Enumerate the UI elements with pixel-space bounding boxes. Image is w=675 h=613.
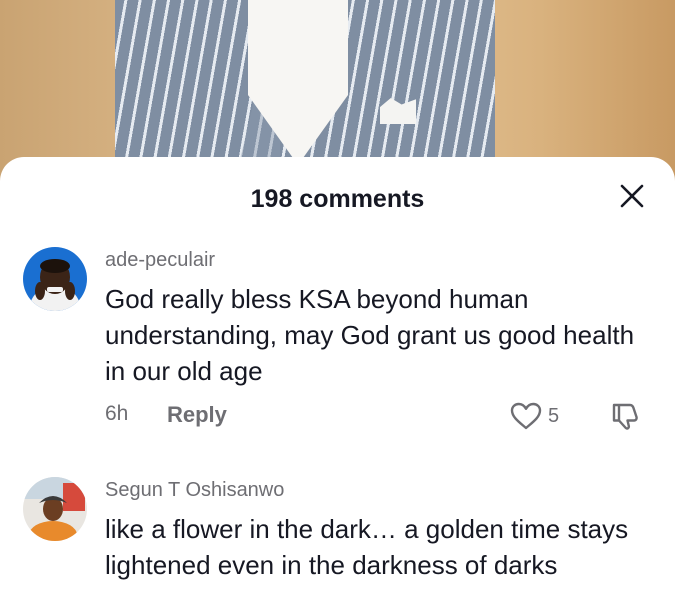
close-button[interactable] [619, 183, 645, 209]
thumbs-down-icon [612, 403, 638, 430]
heart-icon [510, 402, 542, 430]
like-count: 5 [548, 404, 560, 427]
reply-button[interactable]: Reply [167, 402, 227, 428]
avatar[interactable] [23, 247, 87, 311]
dislike-button[interactable] [610, 400, 642, 437]
comments-sheet: 198 comments ade-peculair God really ble… [0, 157, 675, 613]
comment-username[interactable]: Segun T Oshisanwo [105, 479, 284, 502]
comment-text: like a flower in the dark… a golden time… [105, 514, 629, 580]
close-icon [620, 184, 644, 208]
comment-time: 6h [105, 402, 129, 425]
comment-username[interactable]: ade-peculair [105, 249, 215, 272]
comments-count-title: 198 comments [250, 185, 425, 213]
like-button[interactable]: 5 [510, 402, 559, 430]
comment-text: God really bless KSA beyond human unders… [105, 284, 635, 386]
avatar[interactable] [23, 477, 87, 541]
